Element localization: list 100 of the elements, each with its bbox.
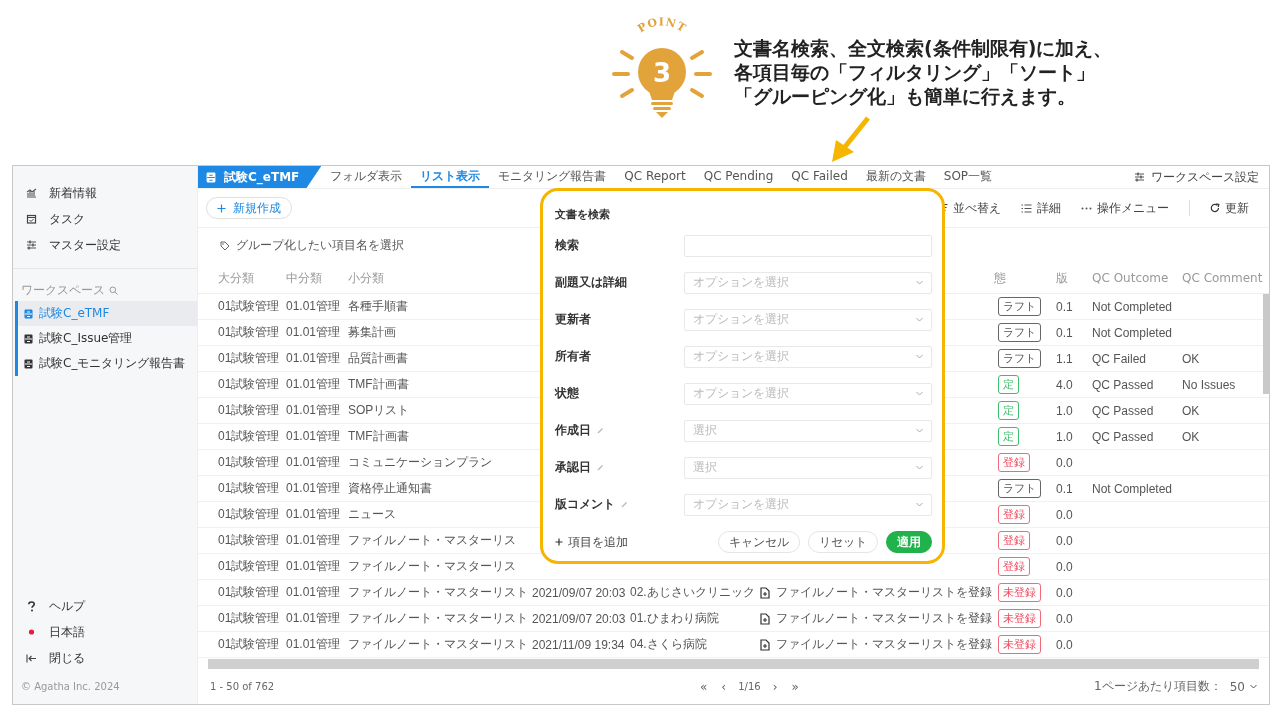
cabinet-icon [24,333,33,344]
field-label: 状態 [555,385,579,402]
table-cell-text: 01.01管理 [286,376,342,393]
table-cell-text: 01.01管理 [286,350,342,367]
reset-button[interactable]: リセット [808,531,878,553]
cabinet-icon [24,358,33,369]
table-cell-text: 01.01管理 [286,402,342,419]
table-cell-text: 01.01管理 [286,506,342,523]
dialog-title: 文書を検索 [555,206,611,223]
nav-item[interactable]: タスク [13,206,197,232]
tab[interactable]: QC Report [615,166,695,188]
scrollbar[interactable] [208,659,1259,669]
status-tag: ラフト [998,297,1041,316]
table-cell-text: 04.さくら病院 [630,636,708,653]
status-tag: 登録 [998,557,1030,576]
table-cell-text: 2021/09/07 20:03 [532,611,627,626]
sliders-icon [1134,172,1145,182]
table-cell-text: ファイルノート・マスターリス [348,558,517,575]
table-cell-text: 品質計画書 [348,350,409,367]
first-page-button[interactable]: « [698,679,710,694]
table-cell-text: TMF計画書 [348,376,410,393]
table-cell-text: 01.01管理 [286,610,342,627]
table-cell-text: 0.1 [1056,325,1074,340]
plus-icon [555,538,563,546]
tab[interactable]: フォルダ表示 [321,166,412,188]
caret-icon [916,502,923,507]
cancel-button[interactable]: キャンセル [718,531,800,553]
workspace-tab[interactable]: 試験C_eTMF [198,166,322,188]
table-cell-text: OK [1182,403,1201,418]
plus-icon [217,203,226,213]
status-tag: ラフト [998,349,1041,368]
calendar-icon [26,214,37,224]
document-icon[interactable] [760,612,770,625]
add-field-button[interactable]: 項目を追加 [555,533,628,551]
table-cell-text: 0.0 [1056,533,1074,548]
caret-icon [1250,684,1257,689]
table-cell-text: 0.1 [1056,481,1074,496]
nav-item[interactable]: ヘルプ [13,593,197,619]
table-cell-text: SOPリスト [348,402,411,419]
last-page-button[interactable]: » [789,679,801,694]
table-cell-text: 0.0 [1056,455,1074,470]
scrollbar[interactable] [1263,294,1269,394]
menu-button[interactable]: 操作メニュー [1071,199,1179,217]
table-cell-text: 2021/11/09 19:34 [532,637,626,652]
document-icon[interactable] [760,638,770,651]
table-cell-text: ファイルノート・マスターリストを登録 [776,584,993,601]
table-cell-text: QC Passed [1092,403,1155,418]
page-indicator: 1/16 [738,681,761,692]
sliders-icon [26,240,37,250]
question-icon [26,600,37,612]
table-cell-text: ファイルノート・マスターリストを登録 [776,636,993,653]
per-page-select[interactable]: 50 [1229,679,1257,694]
table-cell-text: 01.ひまわり病院 [630,610,720,627]
collapse-icon [26,653,37,663]
table-cell-text: 4.0 [1056,377,1074,392]
tab[interactable]: SOP一覧 [934,166,1002,188]
group-hint[interactable]: グループ化したい項目名を選択 [236,237,404,254]
field-label: 承認日 [555,459,591,476]
table-cell-text: 01試験管理 [218,376,281,393]
table-cell-text: 01試験管理 [218,402,281,419]
field-label: 副題又は詳細 [555,274,627,291]
table-cell-text: 0.0 [1056,559,1074,574]
document-icon[interactable] [760,586,770,599]
table-cell-text: 01.01管理 [286,324,342,341]
status-tag: 定 [998,375,1019,394]
table-cell-text: ファイルノート・マスターリス [348,532,517,549]
nav-item[interactable]: マスター設定 [13,232,197,258]
table-cell-text: 01試験管理 [218,636,281,653]
dot-icon [26,629,37,635]
table-cell-text: 01試験管理 [218,558,281,575]
search-icon[interactable] [109,285,118,295]
nav-item[interactable]: 日本語 [13,619,197,645]
table-cell-text: 01試験管理 [218,350,281,367]
tab[interactable]: モニタリング報告書 [489,166,616,188]
table-cell-text: 01.01管理 [286,584,342,601]
workspace-settings-button[interactable]: ワークスペース設定 [1128,166,1269,188]
previous-page-button[interactable]: ‹ [719,679,729,694]
status-tag: 未登録 [998,583,1041,602]
tab[interactable]: 最新の文書 [856,166,935,188]
table-cell-text: 01.01管理 [286,454,342,471]
tab[interactable]: QC Pending [694,166,783,188]
table-cell-text: ニュース [348,506,397,523]
nav-item[interactable]: 新着情報 [13,180,197,206]
nav-item[interactable]: 閉じる [13,645,197,671]
tab[interactable]: QC Failed [782,166,857,188]
next-page-button[interactable]: › [770,679,780,694]
table-cell: 02.あじさいクリニック [630,584,756,601]
caret-icon [916,317,923,322]
new-button[interactable]: 新規作成 [206,197,292,219]
table-cell-text: 1.0 [1056,429,1074,444]
section-heading: ワークスペース [21,281,105,299]
field-label: 所有者 [555,348,591,365]
refresh-button[interactable]: 更新 [1200,199,1259,217]
details-button[interactable]: 詳細 [1011,199,1071,217]
table-cell-text: 01試験管理 [218,298,281,315]
status-tag: 登録 [998,505,1030,524]
table-cell-text: QC Failed [1092,351,1148,366]
point-label: POINT [635,15,689,36]
table-cell-text: ファイルノート・マスターリスト [348,584,529,601]
tab[interactable]: リスト表示 [411,166,490,188]
